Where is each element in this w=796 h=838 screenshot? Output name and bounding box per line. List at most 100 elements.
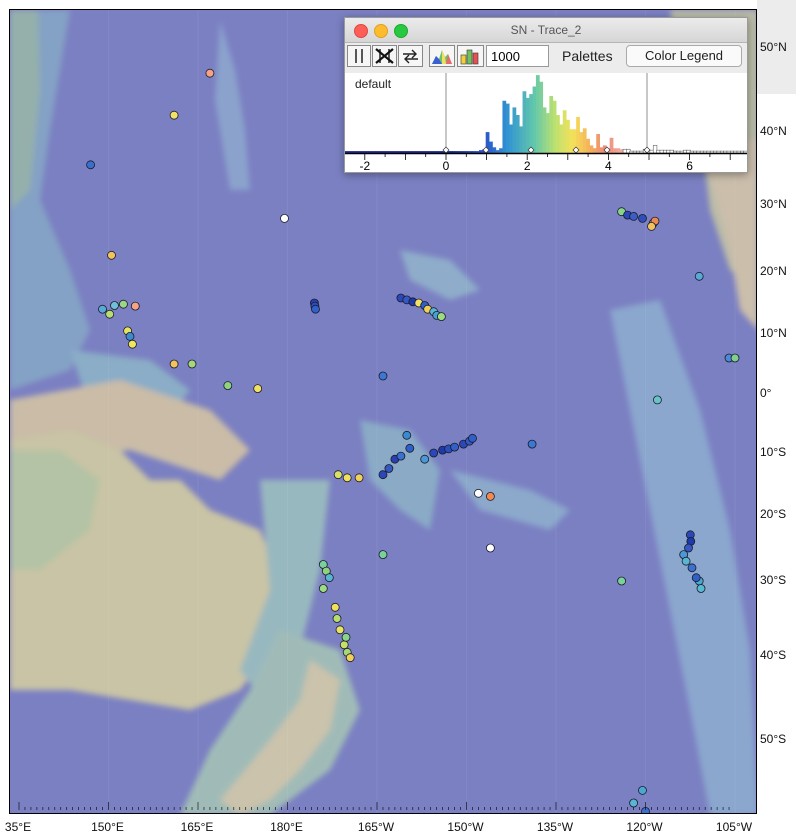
sample-marker[interactable] xyxy=(629,211,638,221)
sample-marker[interactable] xyxy=(169,110,179,120)
histogram-bar xyxy=(552,100,557,153)
sample-marker[interactable] xyxy=(653,395,662,405)
sample-marker[interactable] xyxy=(119,299,128,309)
sample-marker[interactable] xyxy=(638,786,647,795)
histogram-bar xyxy=(489,141,493,153)
window-toolbar: Palettes Color Legend xyxy=(345,43,747,71)
longitude-label: 120°W xyxy=(626,820,663,834)
histogram-bar xyxy=(586,138,590,153)
histogram-bar xyxy=(509,124,513,153)
sample-marker[interactable] xyxy=(339,640,349,650)
sample-marker[interactable] xyxy=(128,339,137,349)
sample-marker[interactable] xyxy=(691,573,701,583)
clear-range-button[interactable] xyxy=(372,45,397,67)
sample-marker[interactable] xyxy=(330,602,340,612)
sample-marker[interactable] xyxy=(378,371,388,381)
sample-marker[interactable] xyxy=(633,812,641,814)
longitude-label: 165°E xyxy=(180,820,214,834)
latitude-label: 40°S xyxy=(760,648,787,662)
sample-marker[interactable] xyxy=(485,491,495,501)
sample-marker[interactable] xyxy=(420,454,430,464)
sample-marker[interactable] xyxy=(485,543,495,553)
sample-marker[interactable] xyxy=(335,625,345,635)
histogram-bar xyxy=(495,150,500,153)
sample-marker[interactable] xyxy=(253,384,263,394)
sample-marker[interactable] xyxy=(730,353,740,363)
latitude-label: 50°S xyxy=(760,732,787,746)
sn-trace-window[interactable]: SN - Trace_2 Palettes xyxy=(344,17,748,173)
sample-marker[interactable] xyxy=(311,304,320,314)
sample-marker[interactable] xyxy=(696,584,706,593)
sample-marker[interactable] xyxy=(402,430,412,440)
sample-marker[interactable] xyxy=(125,331,135,341)
sample-marker[interactable] xyxy=(681,556,691,566)
longitude-label: 135°W xyxy=(536,820,574,834)
palettes-menu[interactable]: Palettes xyxy=(562,48,613,64)
sample-marker[interactable] xyxy=(687,563,697,573)
sample-marker[interactable] xyxy=(341,632,351,642)
palette-histogram-button[interactable] xyxy=(429,45,455,67)
sample-marker[interactable] xyxy=(378,550,388,559)
swap-button[interactable] xyxy=(398,45,423,67)
histogram-bar xyxy=(566,119,570,153)
histogram-chart[interactable]: default -2 0 2 4 6 xyxy=(345,73,747,172)
sample-marker[interactable] xyxy=(110,301,119,310)
histogram-bar xyxy=(743,150,747,154)
histogram-bar xyxy=(502,100,507,153)
histogram-bar xyxy=(512,107,517,153)
window-titlebar[interactable]: SN - Trace_2 xyxy=(345,18,747,43)
sample-marker[interactable] xyxy=(187,359,197,369)
histogram-bar xyxy=(365,151,369,153)
sample-marker[interactable] xyxy=(384,464,394,473)
sample-marker[interactable] xyxy=(324,573,334,583)
histogram-bar xyxy=(418,151,423,153)
histogram-bar xyxy=(432,151,436,153)
sample-marker[interactable] xyxy=(436,312,446,322)
sample-marker[interactable] xyxy=(629,798,638,808)
sample-marker[interactable] xyxy=(527,439,537,449)
histogram-bar xyxy=(458,151,463,153)
sample-marker[interactable] xyxy=(450,442,460,452)
sample-count-input[interactable] xyxy=(486,45,549,67)
latitude-label: 20°S xyxy=(760,507,787,521)
sample-marker[interactable] xyxy=(468,433,477,443)
sample-marker[interactable] xyxy=(98,304,107,314)
latitude-label: 10°N xyxy=(760,326,787,340)
sample-marker[interactable] xyxy=(694,271,704,281)
sample-marker[interactable] xyxy=(223,381,233,391)
histogram-bar xyxy=(351,151,356,153)
histogram-bar xyxy=(428,151,433,153)
sample-marker[interactable] xyxy=(354,473,364,483)
histogram-bar xyxy=(499,148,503,153)
sample-marker[interactable] xyxy=(617,576,626,586)
bar-histogram-button[interactable] xyxy=(457,45,484,67)
sample-marker[interactable] xyxy=(107,250,116,260)
histogram-tick-label: -2 xyxy=(359,159,370,172)
sample-marker[interactable] xyxy=(378,470,388,480)
range-bars-button[interactable] xyxy=(347,45,371,67)
sample-marker[interactable] xyxy=(638,213,647,223)
sample-marker[interactable] xyxy=(130,301,140,311)
histogram-bar xyxy=(525,97,530,153)
sample-marker[interactable] xyxy=(318,584,328,593)
sample-marker[interactable] xyxy=(345,653,355,663)
sample-marker[interactable] xyxy=(396,451,406,461)
sample-marker[interactable] xyxy=(647,221,656,231)
sample-marker[interactable] xyxy=(280,213,289,223)
sample-marker[interactable] xyxy=(342,473,352,483)
sample-marker[interactable] xyxy=(205,68,215,78)
sample-marker[interactable] xyxy=(332,614,342,623)
histogram-bar xyxy=(408,151,413,153)
sample-marker[interactable] xyxy=(429,448,439,458)
sample-marker[interactable] xyxy=(405,443,415,453)
sample-marker[interactable] xyxy=(86,160,95,170)
sample-marker[interactable] xyxy=(473,488,483,498)
sample-marker[interactable] xyxy=(105,309,115,319)
histogram-bar xyxy=(462,151,466,153)
histogram-bar xyxy=(398,151,403,153)
histogram-bar xyxy=(412,151,416,153)
histogram-bar xyxy=(348,151,353,153)
color-legend-button[interactable]: Color Legend xyxy=(626,45,742,67)
sample-marker[interactable] xyxy=(333,470,343,480)
sample-marker[interactable] xyxy=(169,359,179,369)
